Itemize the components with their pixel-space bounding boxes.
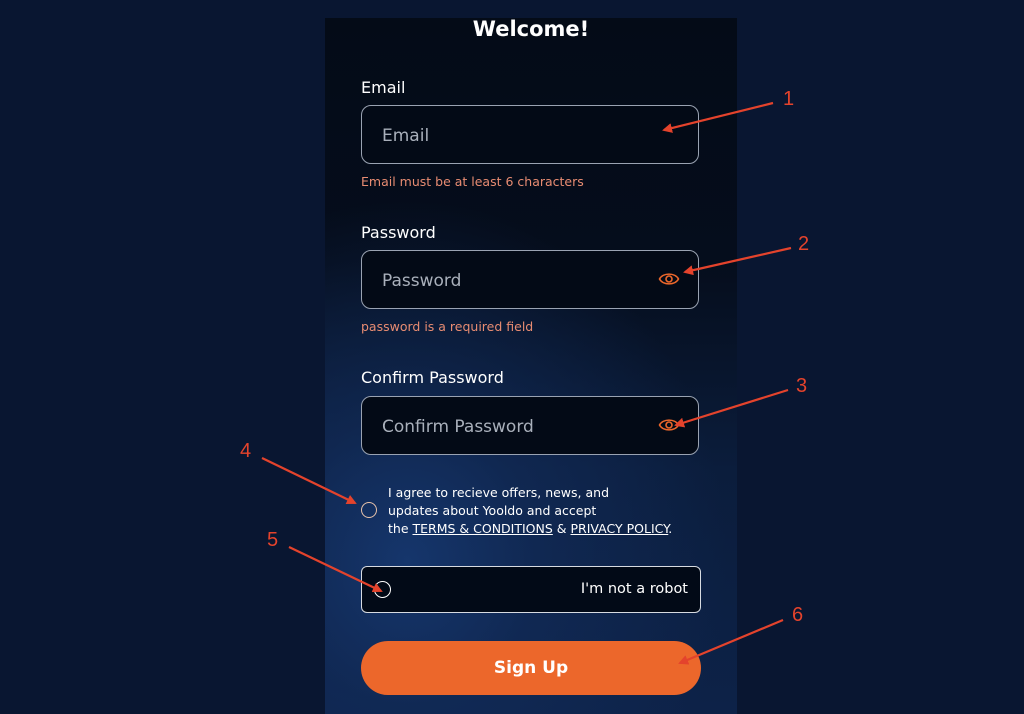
captcha-label: I'm not a robot: [580, 581, 688, 597]
password-error: password is a required field: [361, 319, 534, 334]
agreement-joiner: &: [552, 521, 571, 536]
agreement-line-1: I agree to recieve offers, news, and: [388, 485, 610, 500]
eye-icon[interactable]: [658, 270, 680, 288]
eye-icon[interactable]: [658, 416, 680, 434]
agreement-checkbox[interactable]: [361, 502, 377, 518]
terms-link[interactable]: TERMS & CONDITIONS: [413, 521, 553, 536]
sign-up-button[interactable]: Sign Up: [361, 641, 701, 695]
annotation-number-4: 4: [240, 440, 252, 462]
annotation-number-1: 1: [783, 88, 795, 110]
agreement-text: I agree to recieve offers, news, and upd…: [388, 484, 728, 538]
password-label: Password: [361, 223, 436, 242]
annotation-number-5: 5: [267, 529, 279, 551]
privacy-policy-link[interactable]: PRIVACY POLICY: [571, 521, 669, 536]
annotation-number-2: 2: [798, 233, 810, 255]
email-label: Email: [361, 78, 406, 97]
page-title: Welcome!: [472, 17, 590, 41]
captcha-box[interactable]: I'm not a robot: [361, 566, 701, 613]
confirm-password-input[interactable]: [380, 397, 644, 456]
password-field: [361, 250, 699, 310]
agreement-line-2: updates about Yooldo and accept: [388, 503, 597, 518]
signup-panel: Welcome! Email Email must be at least 6 …: [325, 18, 737, 714]
confirm-password-field: [361, 396, 699, 456]
email-error: Email must be at least 6 characters: [361, 174, 584, 189]
agreement-suffix: .: [668, 521, 673, 536]
annotation-number-6: 6: [792, 604, 804, 626]
agreement-line-3-prefix: the: [388, 521, 413, 536]
password-input[interactable]: [380, 251, 644, 310]
email-field: [361, 105, 699, 165]
page: Welcome! Email Email must be at least 6 …: [0, 0, 1024, 714]
email-input[interactable]: [380, 106, 644, 165]
captcha-checkbox[interactable]: [374, 581, 391, 598]
annotation-number-3: 3: [796, 375, 808, 397]
confirm-password-label: Confirm Password: [361, 368, 504, 387]
